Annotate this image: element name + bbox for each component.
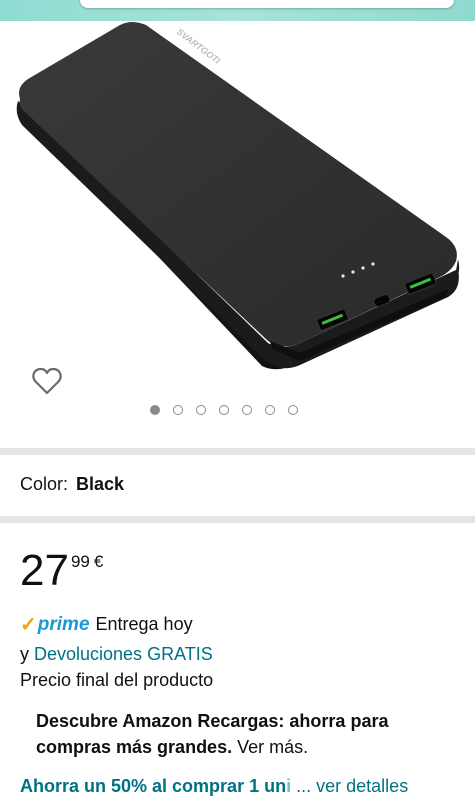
delivery-info: ✓ prime Entrega hoy [20, 612, 193, 637]
carousel-dot-4[interactable] [219, 405, 229, 415]
promo-more-link[interactable]: Ver más. [237, 737, 308, 757]
color-value: Black [76, 474, 125, 494]
price-whole: 27 [20, 546, 69, 595]
price: 27 99 € [20, 545, 103, 597]
prime-check-icon: ✓ [20, 614, 37, 636]
offer-text: Ahorra un 50% al comprar 1 un [20, 776, 287, 796]
offer-details-link[interactable]: ver detalles [316, 776, 408, 796]
delivery-text: Entrega hoy [95, 614, 193, 634]
color-variant-row[interactable]: Color: Black [20, 474, 124, 495]
carousel-dot-5[interactable] [242, 405, 252, 415]
prime-logo: prime [37, 613, 90, 635]
heart-outline-icon [32, 367, 62, 395]
carousel-dot-7[interactable] [288, 405, 298, 415]
carousel-dot-1[interactable] [150, 405, 160, 415]
product-image-carousel[interactable]: SVARTGOTI [0, 21, 475, 429]
section-divider [0, 516, 475, 523]
price-fraction: 99 [70, 552, 90, 571]
add-to-wishlist-button[interactable] [30, 364, 64, 398]
product-image: SVARTGOTI [16, 22, 460, 370]
returns-info: y Devoluciones GRATIS [20, 644, 213, 665]
carousel-indicators [150, 405, 298, 419]
returns-prefix: y [20, 644, 29, 664]
promo-text: Descubre Amazon Recargas: ahorra para co… [36, 711, 389, 757]
color-label: Color: [20, 474, 69, 494]
carousel-dot-2[interactable] [173, 405, 183, 415]
discount-offer[interactable]: Ahorra un 50% al comprar 1 uni ... ver d… [20, 776, 408, 797]
search-header-bar [0, 0, 475, 21]
price-currency: € [93, 552, 104, 571]
search-input[interactable] [80, 0, 454, 8]
carousel-dot-6[interactable] [265, 405, 275, 415]
free-returns-link[interactable]: Devoluciones GRATIS [34, 644, 213, 664]
offer-text-faded: i [286, 776, 292, 796]
carousel-dot-3[interactable] [196, 405, 206, 415]
recharge-promo[interactable]: Descubre Amazon Recargas: ahorra para co… [36, 708, 436, 760]
offer-ellipsis: ... [296, 776, 312, 796]
section-divider [0, 448, 475, 455]
final-price-note: Precio final del producto [20, 670, 214, 690]
